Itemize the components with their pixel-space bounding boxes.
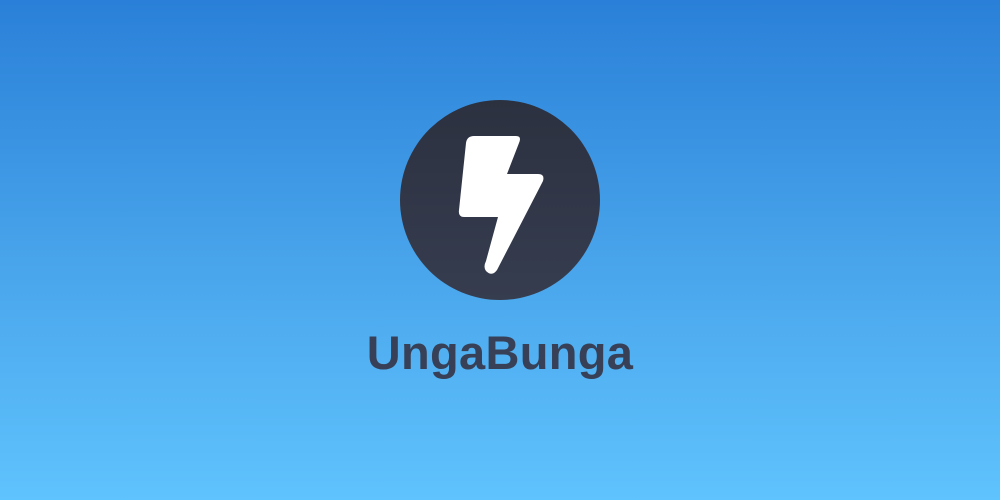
lightning-bolt-icon (458, 136, 544, 274)
splash-screen: UngaBunga (0, 0, 1000, 500)
app-logo (400, 100, 600, 300)
app-name: UngaBunga (366, 326, 634, 379)
